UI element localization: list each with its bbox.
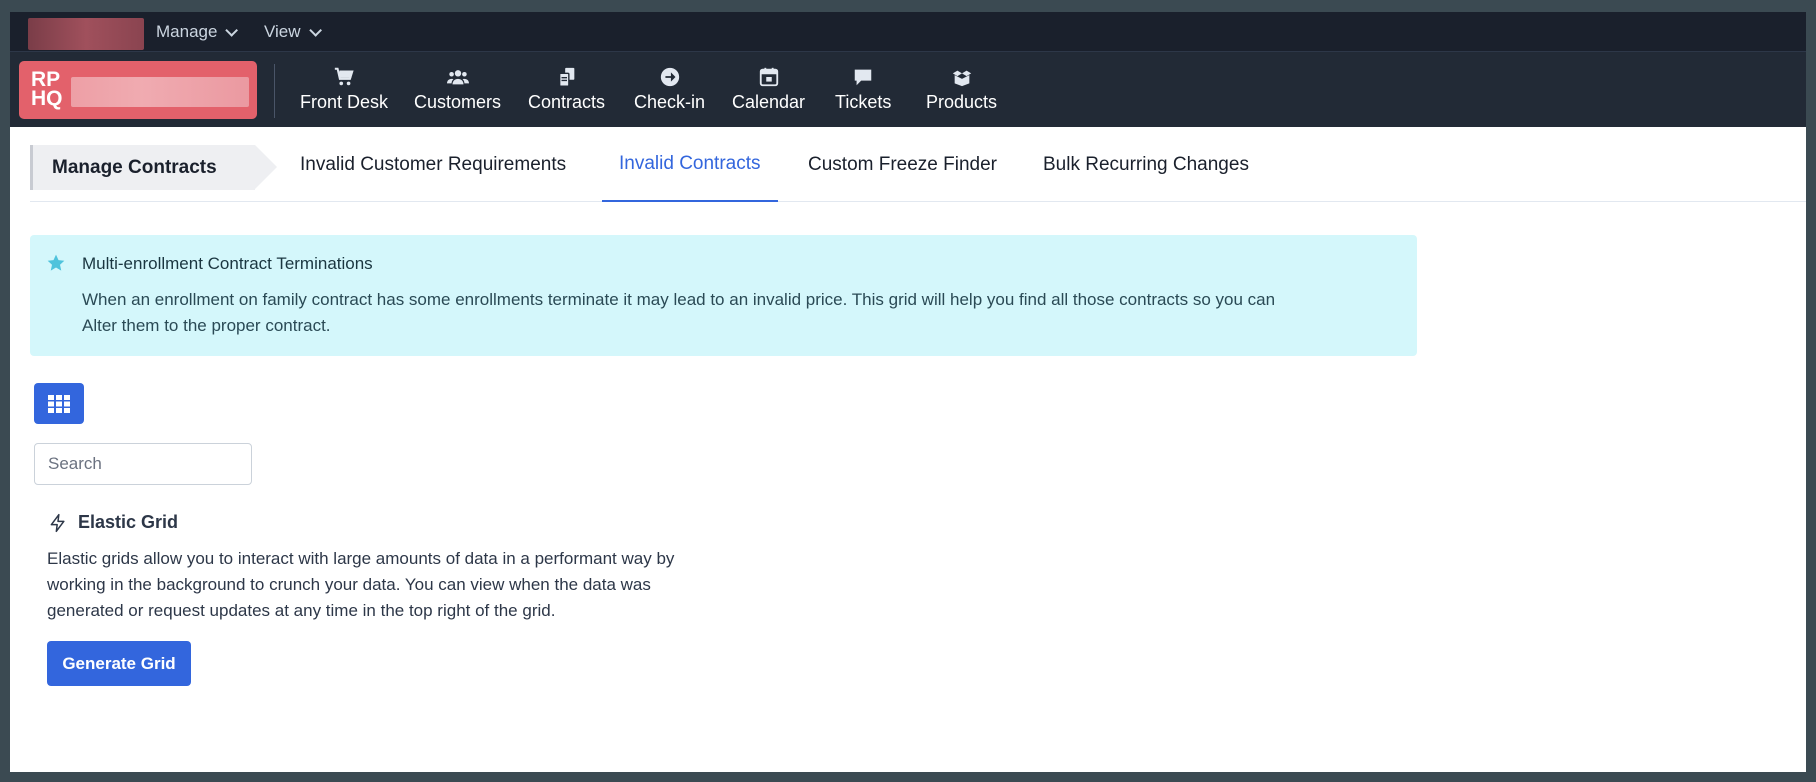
tab-custom-freeze-finder[interactable]: Custom Freeze Finder <box>791 127 1014 202</box>
nav-customers[interactable]: Customers <box>414 66 501 116</box>
users-icon <box>446 70 469 85</box>
nav-products[interactable]: Products <box>926 66 997 116</box>
menu-manage[interactable]: Manage <box>156 12 239 52</box>
nav-contracts[interactable]: Contracts <box>528 66 605 116</box>
elastic-grid-description: Elastic grids allow you to interact with… <box>47 549 675 620</box>
lightning-icon <box>50 513 65 532</box>
nav-calendar[interactable]: Calendar <box>732 66 805 116</box>
calendar-icon <box>759 67 778 87</box>
nav-check-in[interactable]: Check-in <box>634 66 705 116</box>
tab-bulk-recurring-changes[interactable]: Bulk Recurring Changes <box>1026 127 1266 202</box>
elastic-grid-heading: Elastic Grid <box>48 512 178 533</box>
search-input[interactable] <box>34 443 252 485</box>
arrow-circle-icon <box>660 67 679 87</box>
nav-calendar-label: Calendar <box>732 92 806 112</box>
nav-tickets[interactable]: Tickets <box>835 66 891 116</box>
chevron-down-icon <box>308 23 322 37</box>
alert-title: Multi-enrollment Contract Terminations <box>82 254 373 273</box>
comment-icon <box>854 69 872 86</box>
logo-name-redacted <box>71 77 249 107</box>
grid-icon <box>48 394 70 413</box>
documents-icon <box>558 67 574 87</box>
nav-front-desk[interactable]: Front Desk <box>300 66 388 116</box>
chevron-down-icon <box>225 23 239 37</box>
tab-invalid-customer-requirements[interactable]: Invalid Customer Requirements <box>283 127 583 202</box>
tab-invalid-contracts[interactable]: Invalid Contracts <box>602 127 778 202</box>
cart-icon <box>334 67 354 86</box>
main-navbar: RP HQ Front Desk Customers Contracts Che… <box>10 52 1806 127</box>
generate-grid-button[interactable]: Generate Grid <box>47 641 191 686</box>
star-icon <box>47 254 65 271</box>
grid-view-button[interactable] <box>34 383 84 424</box>
nav-customers-label: Customers <box>414 92 502 112</box>
menu-view-label: View <box>264 22 301 41</box>
nav-contracts-label: Contracts <box>528 92 606 112</box>
alert-body: When an enrollment on family contract ha… <box>82 290 1276 335</box>
account-name-redacted <box>28 18 144 50</box>
nav-divider <box>274 64 275 118</box>
menu-view[interactable]: View <box>264 12 322 52</box>
info-alert: Multi-enrollment Contract Terminations W… <box>30 235 1417 356</box>
app-logo[interactable]: RP HQ <box>19 61 257 119</box>
nav-front-desk-label: Front Desk <box>300 92 389 112</box>
boxes-icon <box>952 70 971 87</box>
nav-check-in-label: Check-in <box>634 92 706 112</box>
elastic-grid-title: Elastic Grid <box>78 512 179 532</box>
contracts-tabs: Manage Contracts Invalid Customer Requir… <box>30 127 1806 202</box>
top-menubar: Manage View <box>10 12 1806 52</box>
menu-manage-label: Manage <box>156 22 218 41</box>
section-title: Manage Contracts <box>30 145 277 190</box>
nav-products-label: Products <box>926 92 998 112</box>
logo-text: RP HQ <box>31 68 63 110</box>
app-window: Manage View RP HQ Front Desk Customers C… <box>10 12 1806 772</box>
nav-tickets-label: Tickets <box>835 92 892 112</box>
